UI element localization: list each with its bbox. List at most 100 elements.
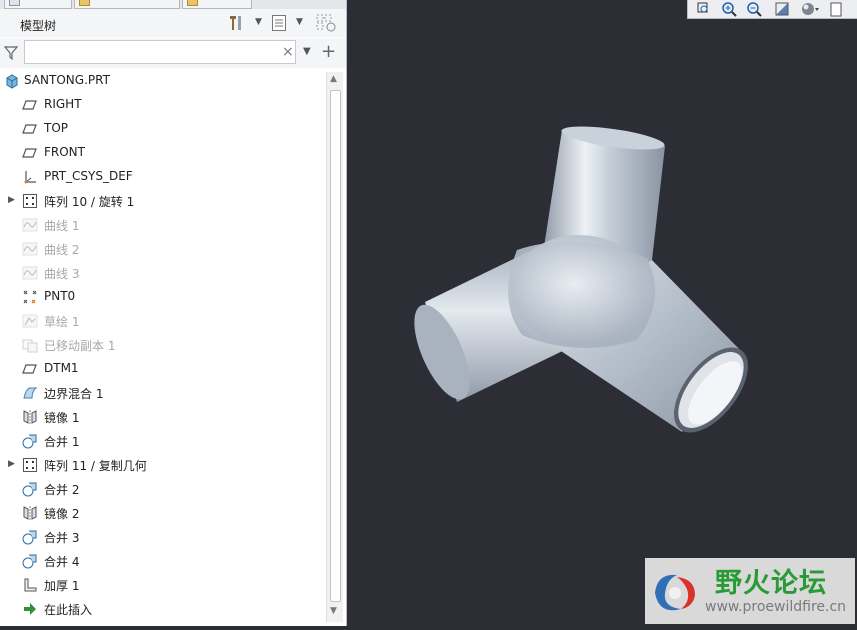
tree-item[interactable]: 曲线 3: [0, 262, 324, 284]
forum-logo-icon: [647, 563, 705, 619]
model-tree-panel: 模型树 ▼ ▼ × ▼ + SANTONG.PRT RIGHT TOP FRONT PR…: [0, 0, 347, 626]
tree-item-label: 镜像 2: [44, 507, 80, 521]
refit-icon[interactable]: [696, 1, 712, 17]
settings-tools-icon[interactable]: [228, 14, 246, 35]
tree-item[interactable]: 曲线 1: [0, 214, 324, 236]
merge-icon: [22, 553, 38, 569]
csys-icon: [22, 169, 38, 185]
add-icon[interactable]: +: [321, 41, 336, 62]
tree-item-label: 边界混合 1: [44, 387, 104, 401]
sketch-icon: [22, 313, 38, 329]
vertical-scrollbar[interactable]: ▲ ▼: [326, 72, 343, 622]
moved-copy-icon: [22, 337, 38, 353]
expand-arrow-icon[interactable]: ▶: [8, 195, 15, 205]
tree-item-label: 合并 4: [44, 555, 80, 569]
tab-model-tree[interactable]: [4, 0, 72, 9]
tree-item[interactable]: 已移动副本 1: [0, 334, 324, 356]
thicken-icon: [22, 577, 38, 593]
mirror-icon: [22, 505, 38, 521]
search-row: × ▼ +: [0, 38, 346, 68]
merge-icon: [22, 433, 38, 449]
tree-item[interactable]: DTM1: [0, 358, 324, 380]
folder-icon: [187, 0, 198, 6]
tree-item-label: 合并 1: [44, 435, 80, 449]
settings-dropdown-icon[interactable]: ▼: [255, 17, 262, 27]
expand-arrow-icon[interactable]: ▶: [8, 459, 15, 469]
tree-item[interactable]: PRT_CSYS_DEF: [0, 166, 324, 188]
display-style-icon[interactable]: [800, 1, 819, 17]
tree-item[interactable]: 草绘 1: [0, 310, 324, 332]
pipe-tee-model[interactable]: [347, 0, 857, 626]
tree-item-label: 合并 3: [44, 531, 80, 545]
tree-item[interactable]: 曲线 2: [0, 238, 324, 260]
zoom-out-icon[interactable]: [746, 1, 762, 17]
folder-icon: [79, 0, 90, 6]
clear-search-icon[interactable]: ×: [282, 44, 294, 60]
tree-item-label: PNT0: [44, 289, 76, 303]
tree-item[interactable]: 镜像 1: [0, 406, 324, 428]
watermark-title: 野火论坛: [715, 568, 827, 599]
curve-icon: [22, 217, 38, 233]
curve-icon: [22, 241, 38, 257]
scrollbar-thumb[interactable]: [330, 90, 341, 602]
tree-item[interactable]: ▶ 阵列 11 / 复制几何: [0, 454, 324, 476]
tab-favorites[interactable]: [182, 0, 252, 9]
scroll-up-icon[interactable]: ▲: [330, 74, 337, 84]
tree-filter-icon[interactable]: [316, 14, 338, 37]
tree-item[interactable]: 合并 3: [0, 526, 324, 548]
tab-icon: [9, 0, 20, 6]
tree-item[interactable]: 合并 2: [0, 478, 324, 500]
pattern-icon: [22, 457, 38, 473]
tree-item[interactable]: 合并 4: [0, 550, 324, 572]
watermark-url: www.proewildfire.cn: [705, 599, 847, 615]
curve-icon: [22, 265, 38, 281]
show-list-icon[interactable]: [271, 14, 287, 35]
search-options-dropdown-icon[interactable]: ▼: [303, 46, 311, 57]
tree-item-label: 合并 2: [44, 483, 80, 497]
tree-item[interactable]: 合并 1: [0, 430, 324, 452]
tree-item-label: 加厚 1: [44, 579, 80, 593]
tree-item-label: RIGHT: [44, 97, 82, 111]
tree-item[interactable]: SANTONG.PRT: [0, 70, 324, 92]
filter-funnel-icon[interactable]: [3, 45, 19, 61]
repaint-icon[interactable]: [774, 1, 790, 17]
tree-item[interactable]: 在此插入: [0, 598, 324, 620]
show-dropdown-icon[interactable]: ▼: [296, 17, 303, 27]
watermark: 野火论坛 www.proewildfire.cn: [645, 558, 855, 624]
datum-plane-icon: [22, 145, 38, 161]
model-tree: SANTONG.PRT RIGHT TOP FRONT PRT_CSYS_DEF ▶ 阵列 …: [0, 70, 324, 626]
tree-item-label: FRONT: [44, 145, 85, 159]
boundary-blend-icon: [22, 385, 38, 401]
datum-plane-icon: [22, 361, 38, 377]
tree-item[interactable]: 镜像 2: [0, 502, 324, 524]
graphics-viewport[interactable]: [347, 0, 857, 626]
tree-item[interactable]: RIGHT: [0, 94, 324, 116]
tree-item-label: 阵列 11 / 复制几何: [44, 459, 147, 473]
pattern-icon: [22, 193, 38, 209]
tree-item-label: DTM1: [44, 361, 79, 375]
scroll-down-icon[interactable]: ▼: [330, 606, 337, 616]
tree-item-label: 镜像 1: [44, 411, 80, 425]
model-tree-toolbar: 模型树 ▼ ▼: [0, 9, 346, 37]
tree-item[interactable]: TOP: [0, 118, 324, 140]
tree-item[interactable]: PNT0: [0, 286, 324, 308]
merge-icon: [22, 529, 38, 545]
tree-item-label: 在此插入: [44, 603, 93, 617]
tree-item-label: 阵列 10 / 旋转 1: [44, 195, 135, 209]
tree-item[interactable]: 加厚 1: [0, 574, 324, 596]
tree-item-label: PRT_CSYS_DEF: [44, 169, 133, 183]
saved-views-icon[interactable]: [828, 1, 844, 17]
tree-item-label: 曲线 2: [44, 243, 80, 257]
zoom-in-icon[interactable]: [721, 1, 737, 17]
search-input[interactable]: [24, 40, 296, 64]
tree-item[interactable]: ▶ 阵列 10 / 旋转 1: [0, 190, 324, 212]
part-icon: [4, 73, 20, 89]
tree-item[interactable]: 边界混合 1: [0, 382, 324, 404]
tree-item[interactable]: FRONT: [0, 142, 324, 164]
tree-item-label: 已移动副本 1: [44, 339, 116, 353]
tree-item-label: 曲线 1: [44, 219, 80, 233]
datum-point-icon: [22, 289, 38, 305]
tab-folder-browser[interactable]: [74, 0, 180, 9]
merge-icon: [22, 481, 38, 497]
insert-here-icon: [22, 601, 38, 617]
